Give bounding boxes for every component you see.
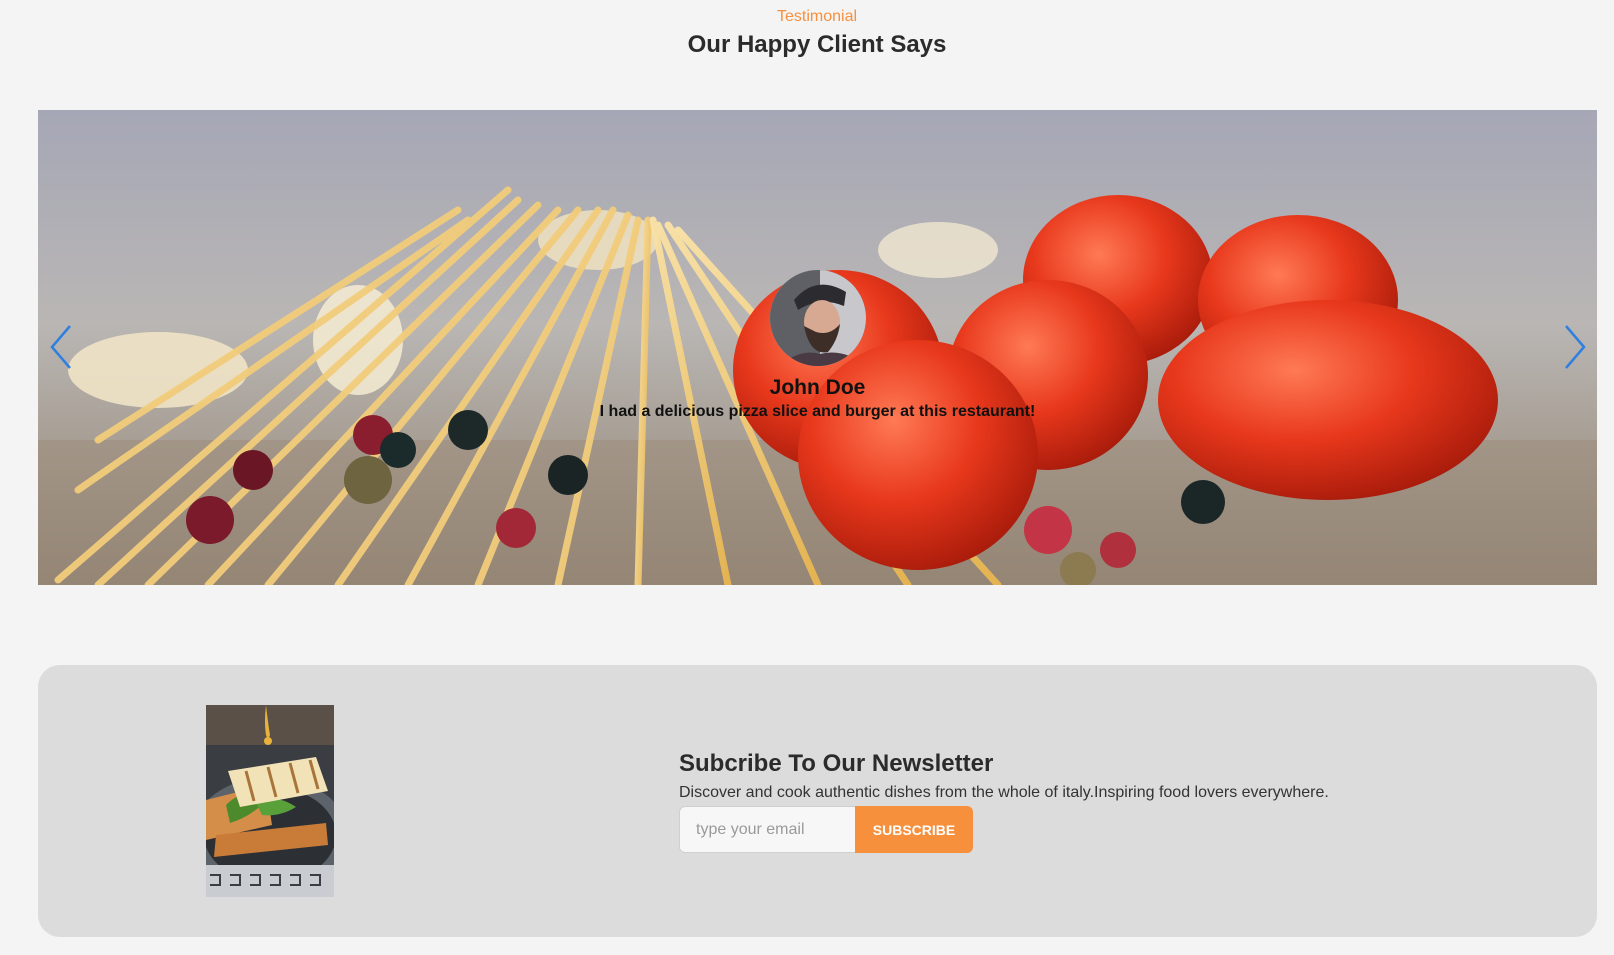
chevron-left-icon	[50, 325, 71, 369]
section-title: Our Happy Client Says	[687, 31, 947, 58]
client-name: John Doe	[769, 376, 866, 399]
client-avatar	[770, 270, 866, 366]
sandwich-image	[206, 705, 334, 897]
newsletter-title: Subcribe To Our Newsletter	[679, 750, 994, 777]
section-eyebrow: Testimonial	[776, 8, 858, 25]
carousel-next-button[interactable]	[1558, 322, 1588, 372]
carousel-prev-button[interactable]	[48, 322, 78, 372]
email-input[interactable]	[679, 806, 855, 853]
subscribe-button[interactable]: SUBSCRIBE	[855, 806, 973, 853]
newsletter-section: Subcribe To Our Newsletter Discover and …	[38, 665, 1597, 937]
chevron-right-icon	[1565, 325, 1586, 369]
avatar-image	[770, 270, 866, 366]
newsletter-form: SUBSCRIBE	[679, 806, 973, 853]
testimonial-slide: John Doe I had a delicious pizza slice a…	[38, 110, 1597, 585]
client-quote: I had a delicious pizza slice and burger…	[599, 403, 1036, 420]
testimonial-carousel: John Doe I had a delicious pizza slice a…	[38, 110, 1597, 585]
newsletter-food-image	[206, 705, 334, 897]
newsletter-description: Discover and cook authentic dishes from …	[679, 784, 1329, 801]
